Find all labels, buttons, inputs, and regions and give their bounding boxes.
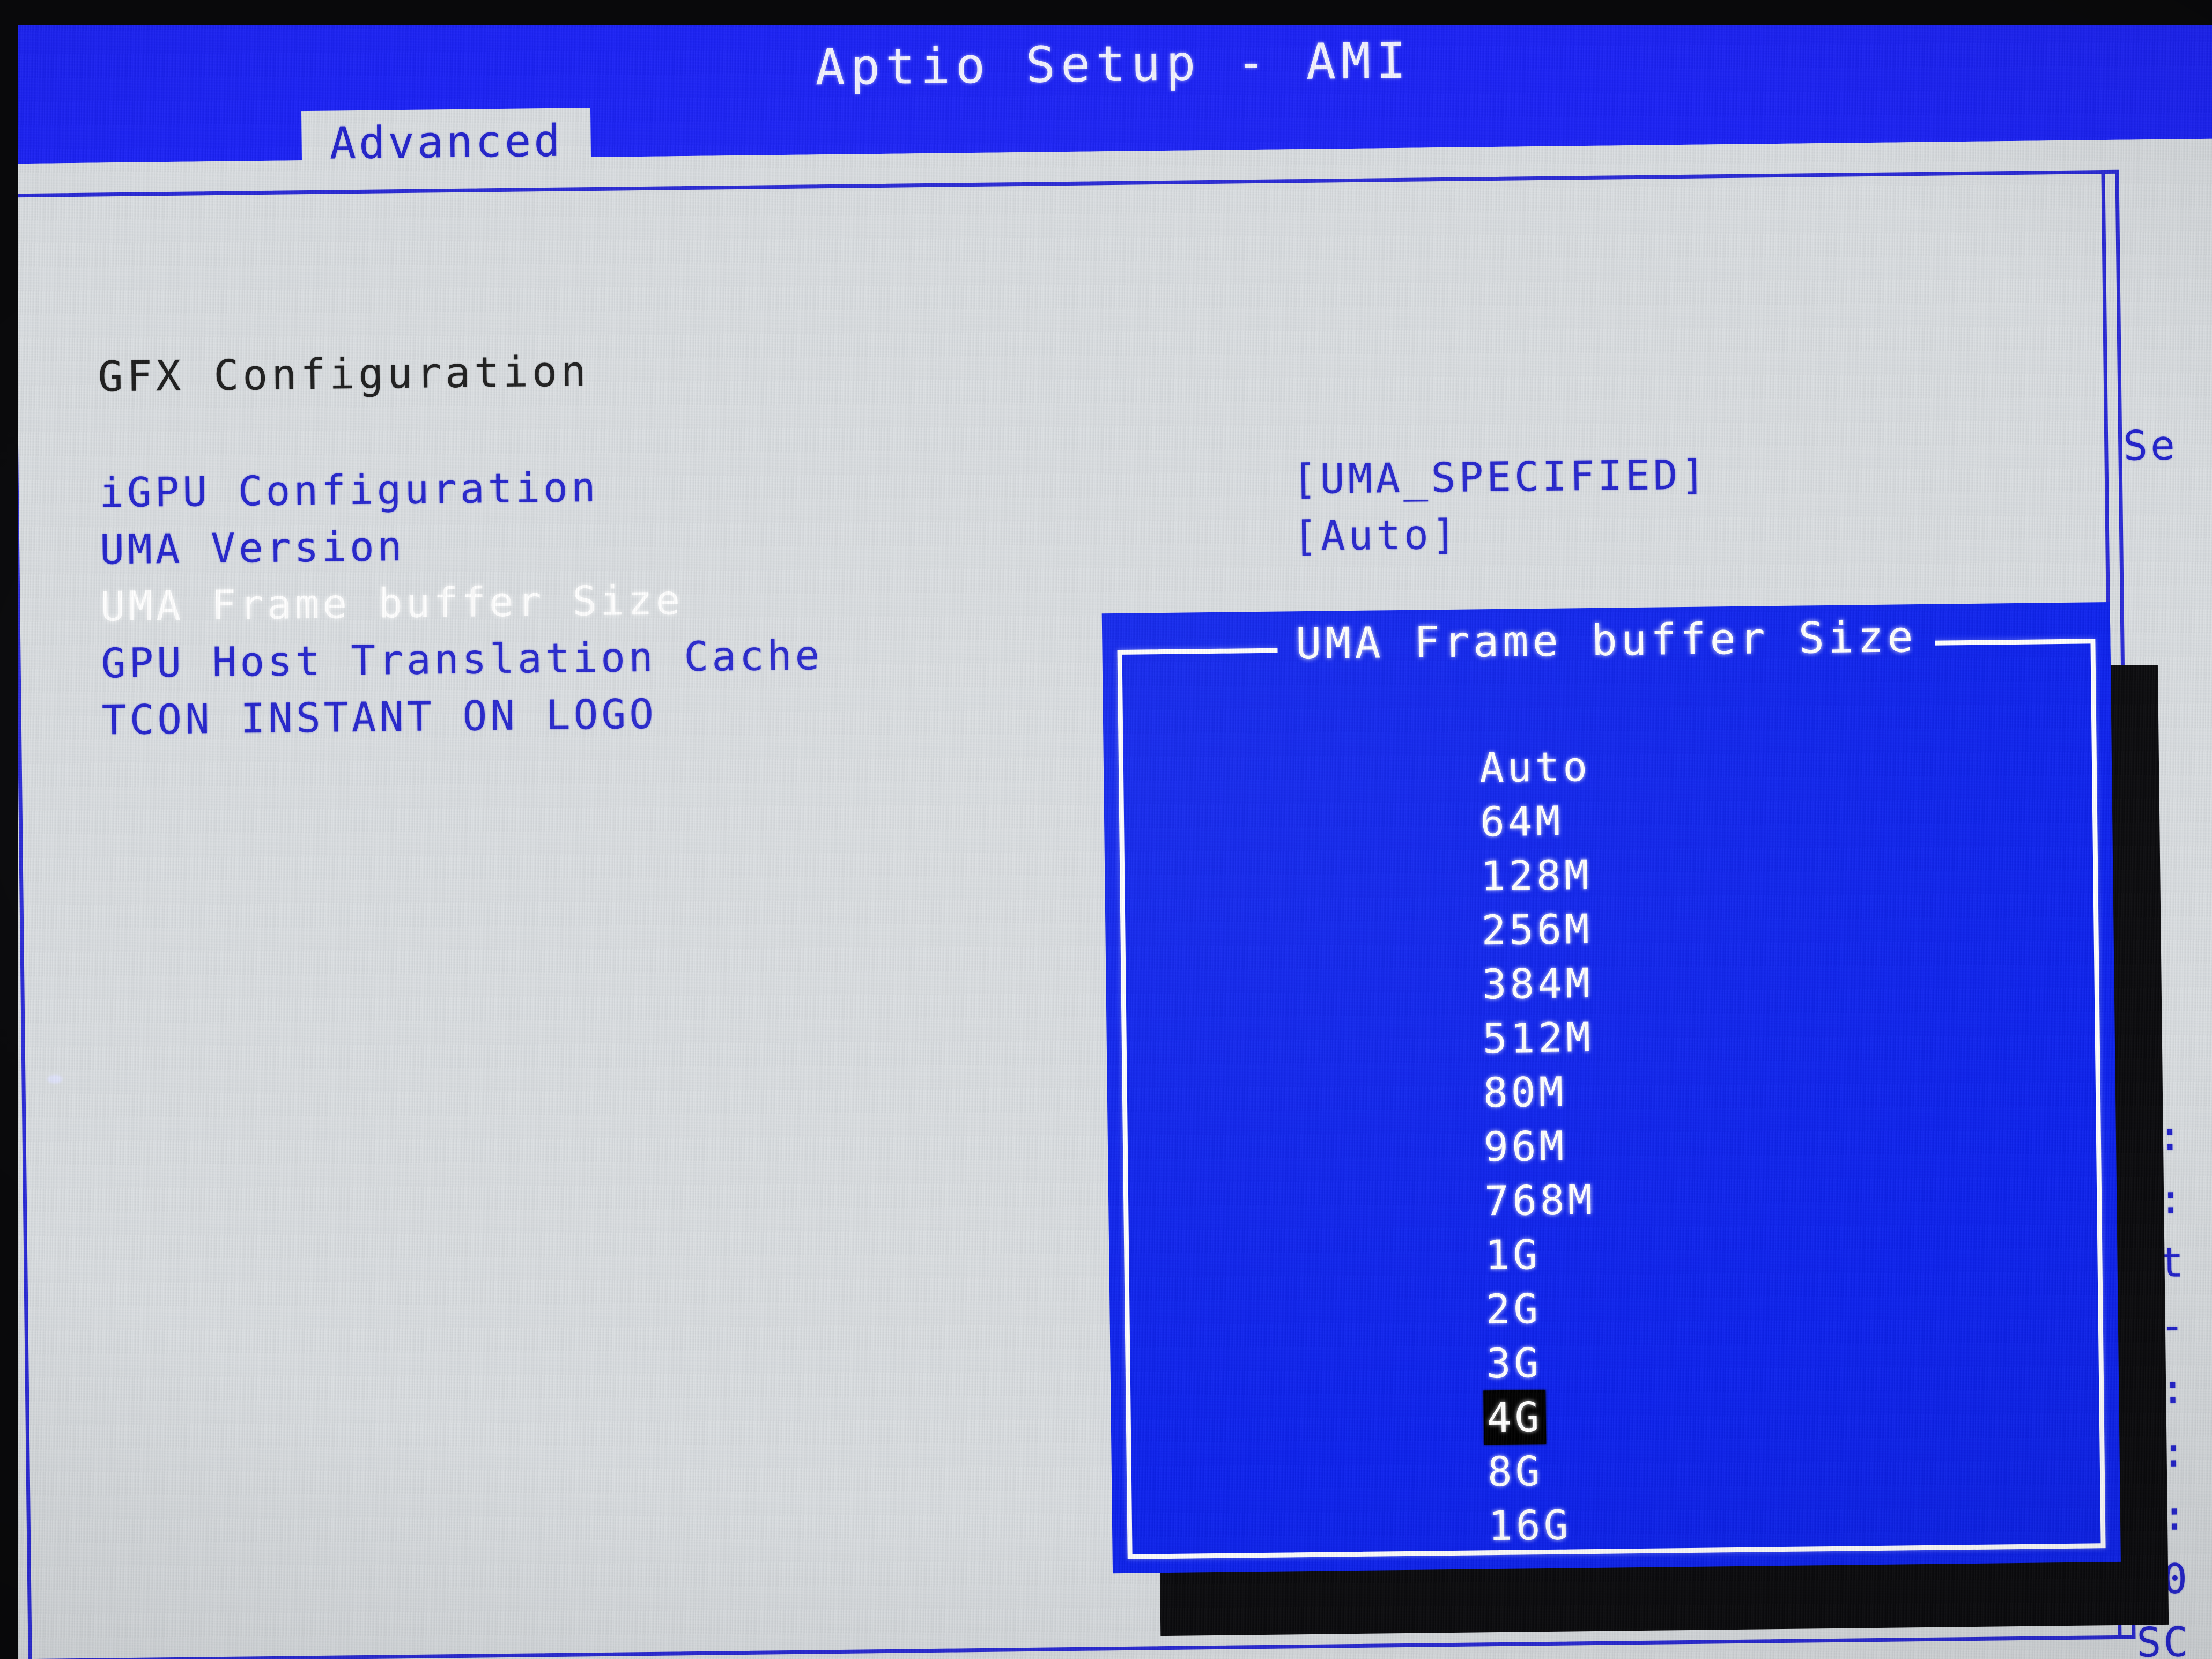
setting-value: [UMA_SPECIFIED] xyxy=(1292,450,1709,503)
option-label: 384M xyxy=(1482,959,1594,1009)
monitor-panel: Aptio Setup - AMI Advanced GFX Configura… xyxy=(0,0,2212,1659)
monitor-bezel-left xyxy=(0,0,18,1659)
setting-label: UMA Version xyxy=(99,522,406,574)
page-title: Aptio Setup - AMI xyxy=(815,32,1412,97)
option-label: 128M xyxy=(1480,850,1592,900)
setting-label: TCON INSTANT ON LOGO xyxy=(101,690,657,744)
option-label: 1G xyxy=(1484,1231,1541,1279)
help-pane: Se xyxy=(2122,321,2212,570)
option-label: 256M xyxy=(1481,905,1593,954)
option-label: 96M xyxy=(1483,1122,1567,1171)
setting-label: iGPU Configuration xyxy=(99,463,600,517)
option-list: Auto 64M 128M 256M 384M 512M 80M 96M 768… xyxy=(1142,684,1688,1550)
option-label: 2G xyxy=(1485,1285,1542,1334)
bios-body: GFX Configuration iGPU Configuration [UM… xyxy=(0,138,2212,1659)
setting-value: [Auto] xyxy=(1292,510,1460,560)
dialog-title: UMA Frame buffer Size xyxy=(1277,611,1936,669)
option-label: 80M xyxy=(1483,1068,1567,1117)
uma-frame-buffer-size-dialog: UMA Frame buffer Size Auto 64M 128M 256M xyxy=(1101,602,2121,1574)
option-label: 3G xyxy=(1486,1339,1542,1388)
option-label: 768M xyxy=(1484,1175,1596,1225)
monitor-bezel-top xyxy=(0,0,2212,25)
setting-label: UMA Frame buffer Size xyxy=(100,576,684,631)
option-item-auto[interactable]: Auto xyxy=(1142,684,1679,791)
option-label: 16G xyxy=(1488,1501,1572,1550)
setting-label: GPU Host Translation Cache xyxy=(101,631,823,687)
option-label: 512M xyxy=(1482,1013,1594,1063)
option-label: Auto xyxy=(1479,742,1591,792)
help-text: Se xyxy=(2122,421,2178,470)
option-label: 8G xyxy=(1487,1447,1544,1496)
option-label: 4G xyxy=(1483,1390,1546,1445)
bios-photo: Aptio Setup - AMI Advanced GFX Configura… xyxy=(0,0,2212,1659)
option-label: 64M xyxy=(1479,797,1564,846)
